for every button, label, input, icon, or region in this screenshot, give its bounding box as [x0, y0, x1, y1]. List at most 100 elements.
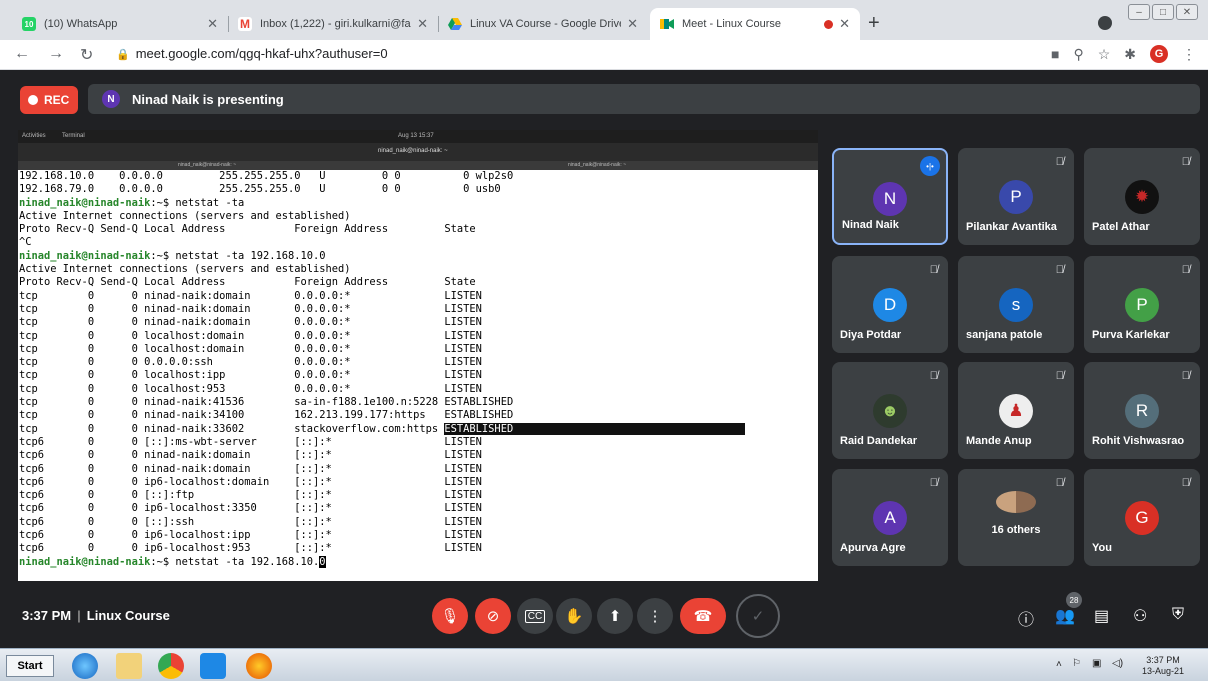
- address-bar[interactable]: 🔒 meet.google.com/qgq-hkaf-uhx?authuser=0: [116, 46, 388, 61]
- host-controls-icon[interactable]: ⛨: [1172, 606, 1184, 624]
- muted-mic-icon: 🎙̸: [929, 477, 938, 489]
- leave-call-button[interactable]: ☎: [680, 598, 726, 634]
- muted-mic-icon: 🎙̸: [1055, 477, 1064, 489]
- system-tray: ˄ ⚐ ▣ ◁) 3:37 PM 13-Aug-21: [1054, 655, 1186, 677]
- activity-button[interactable]: ✓: [736, 594, 780, 638]
- gnome-top-bar: Activities Terminal Aug 13 15:37: [18, 130, 818, 143]
- terminal-line: tcp6 0 0 ninad-naik:domain [::]:* LISTEN: [19, 463, 818, 476]
- tab-drive[interactable]: Linux VA Course - Google Drive ✕: [438, 8, 648, 40]
- taskbar-time: 3:37 PM: [1146, 655, 1180, 665]
- volume-icon[interactable]: ◁): [1112, 658, 1123, 669]
- participant-avatar: N: [873, 182, 907, 216]
- people-icon[interactable]: 👥: [1055, 606, 1075, 626]
- minimize-button[interactable]: –: [1128, 4, 1150, 20]
- terminal-line-text: tcp 0 0 localhost:domain 0.0.0.0:* LISTE…: [19, 329, 482, 342]
- joker-icon: ☻: [873, 394, 907, 428]
- participant-tile[interactable]: 🎙̸ 16 others: [958, 469, 1074, 566]
- terminal-line: tcp 0 0 ninad-naik:34100 162.213.199.177…: [19, 409, 818, 422]
- terminal-line: Proto Recv-Q Send-Q Local Address Foreig…: [19, 276, 818, 289]
- file-explorer-icon[interactable]: [116, 653, 142, 679]
- terminal-line: tcp6 0 0 ip6-localhost:953 [::]:* LISTEN: [19, 542, 818, 555]
- participant-name: Diya Potdar: [840, 329, 902, 341]
- raise-hand-button[interactable]: ✋: [556, 598, 592, 634]
- internet-explorer-icon[interactable]: [72, 653, 98, 679]
- gmail-icon: M: [238, 17, 252, 31]
- participant-tile[interactable]: 🎙̸ P Purva Karlekar: [1084, 256, 1200, 353]
- present-button[interactable]: ⬆: [597, 598, 633, 634]
- participant-tile[interactable]: •|• N Ninad Naik: [832, 148, 948, 245]
- close-icon[interactable]: ✕: [417, 16, 428, 32]
- taskbar-clock[interactable]: 3:37 PM 13-Aug-21: [1142, 655, 1184, 677]
- forward-button[interactable]: →: [48, 45, 64, 63]
- terminal-line: tcp6 0 0 ip6-localhost:3350 [::]:* LISTE…: [19, 502, 818, 515]
- mic-off-button[interactable]: 🎙: [432, 598, 468, 634]
- participant-tile[interactable]: 🎙̸ P Pilankar Avantika: [958, 148, 1074, 245]
- extensions-icon[interactable]: ✱: [1124, 46, 1136, 63]
- tab-title: (10) WhatsApp: [44, 18, 118, 30]
- close-icon[interactable]: ✕: [839, 16, 850, 32]
- terminal-line: tcp 0 0 localhost:953 0.0.0.0:* LISTEN: [19, 383, 818, 396]
- network-icon[interactable]: ▣: [1092, 658, 1101, 669]
- taskbar-date: 13-Aug-21: [1142, 666, 1185, 676]
- terminal-output[interactable]: 192.168.10.0 0.0.0.0 255.255.255.0 U 0 0…: [18, 170, 818, 569]
- spider-icon: ✹: [1125, 180, 1159, 214]
- tab-whatsapp[interactable]: 10 (10) WhatsApp ✕: [12, 8, 228, 40]
- flag-icon[interactable]: ⚐: [1072, 658, 1081, 669]
- profile-icon[interactable]: [1098, 16, 1112, 30]
- captions-button[interactable]: CC: [517, 598, 553, 634]
- participant-tile[interactable]: 🎙̸ R Rohit Vishwasrao: [1084, 362, 1200, 459]
- maximize-button[interactable]: □: [1152, 4, 1174, 20]
- terminal-line-text: :~$ netstat -ta 192.168.10.0: [150, 249, 326, 262]
- participant-tile[interactable]: 🎙̸ ☻ Raid Dandekar: [832, 362, 948, 459]
- terminal-line: tcp6 0 0 ip6-localhost:domain [::]:* LIS…: [19, 476, 818, 489]
- chat-icon[interactable]: ▤: [1094, 606, 1109, 626]
- participant-tile[interactable]: 🎙̸ G You: [1084, 469, 1200, 566]
- chrome-icon[interactable]: [158, 653, 184, 679]
- camera-icon[interactable]: ■: [1051, 46, 1059, 62]
- start-button[interactable]: Start: [6, 655, 54, 677]
- back-button[interactable]: ←: [14, 45, 30, 63]
- participant-name: Rohit Vishwasrao: [1092, 435, 1185, 447]
- more-options-button[interactable]: ⋮: [637, 598, 673, 634]
- participant-tile[interactable]: 🎙̸ A Apurva Agre: [832, 469, 948, 566]
- terminal-line: tcp6 0 0 [::]:ssh [::]:* LISTEN: [19, 516, 818, 529]
- terminal-line-text: tcp6 0 0 ninad-naik:domain [::]:* LISTEN: [19, 449, 482, 462]
- terminal-tab-1[interactable]: ninad_naik@ninad-naik: ~: [178, 162, 236, 168]
- tab-meet[interactable]: Meet - Linux Course ✕: [650, 8, 860, 40]
- meet-control-bar: 3:37 PM | Linux Course 🎙 ⊘ CC ✋ ⬆ ⋮ ☎ ✓ ⓘ …: [0, 590, 1208, 646]
- media-player-icon[interactable]: [200, 653, 226, 679]
- reload-button[interactable]: ↻: [80, 45, 93, 65]
- zoom-icon[interactable]: ⚲: [1073, 46, 1083, 63]
- close-icon[interactable]: ✕: [207, 16, 218, 32]
- terminal-line: tcp 0 0 ninad-naik:domain 0.0.0.0:* LIST…: [19, 303, 818, 316]
- terminal-tab-2[interactable]: ninad_naik@ninad-naik: ~: [568, 162, 626, 168]
- tab-gmail[interactable]: M Inbox (1,222) - giri.kulkarni@famt.a ✕: [228, 8, 438, 40]
- terminal-line-text: tcp 0 0 ninad-naik:34100 162.213.199.177…: [19, 409, 514, 422]
- participant-tile[interactable]: 🎙̸ s sanjana patole: [958, 256, 1074, 353]
- participant-tile[interactable]: 🎙̸ ♟ Mande Anup: [958, 362, 1074, 459]
- terminal-line: Active Internet connections (servers and…: [19, 210, 818, 223]
- participant-tile[interactable]: 🎙̸ ✹ Patel Athar: [1084, 148, 1200, 245]
- bookmark-star-icon[interactable]: ☆: [1098, 46, 1111, 63]
- terminal-line-text: tcp 0 0 0.0.0.0:ssh 0.0.0.0:* LISTEN: [19, 356, 482, 369]
- terminal-line-text: tcp6 0 0 ip6-localhost:953 [::]:* LISTEN: [19, 542, 482, 555]
- tray-expand-icon[interactable]: ˄: [1056, 659, 1062, 670]
- activities-icon[interactable]: ⚇: [1133, 606, 1147, 626]
- close-icon[interactable]: ✕: [627, 16, 638, 32]
- terminal-line: tcp 0 0 0.0.0.0:ssh 0.0.0.0:* LISTEN: [19, 356, 818, 369]
- profile-avatar[interactable]: G: [1150, 45, 1168, 63]
- info-icon[interactable]: ⓘ: [1018, 606, 1034, 630]
- terminal-line-text: tcp 0 0 ninad-naik:domain 0.0.0.0:* LIST…: [19, 316, 482, 329]
- terminal-line-text: Active Internet connections (servers and…: [19, 209, 351, 222]
- muted-mic-icon: 🎙̸: [1055, 156, 1064, 168]
- presenting-text: Ninad Naik is presenting: [132, 91, 284, 107]
- camera-off-button[interactable]: ⊘: [475, 598, 511, 634]
- participant-name: You: [1092, 542, 1112, 554]
- window-controls: – □ ✕: [1128, 4, 1198, 20]
- new-tab-button[interactable]: +: [868, 12, 880, 35]
- terminal-line-text: tcp 0 0 ninad-naik:domain 0.0.0.0:* LIST…: [19, 289, 482, 302]
- close-window-button[interactable]: ✕: [1176, 4, 1198, 20]
- menu-kebab-icon[interactable]: ⋮: [1182, 46, 1196, 63]
- firefox-icon[interactable]: [246, 653, 272, 679]
- participant-tile[interactable]: 🎙̸ D Diya Potdar: [832, 256, 948, 353]
